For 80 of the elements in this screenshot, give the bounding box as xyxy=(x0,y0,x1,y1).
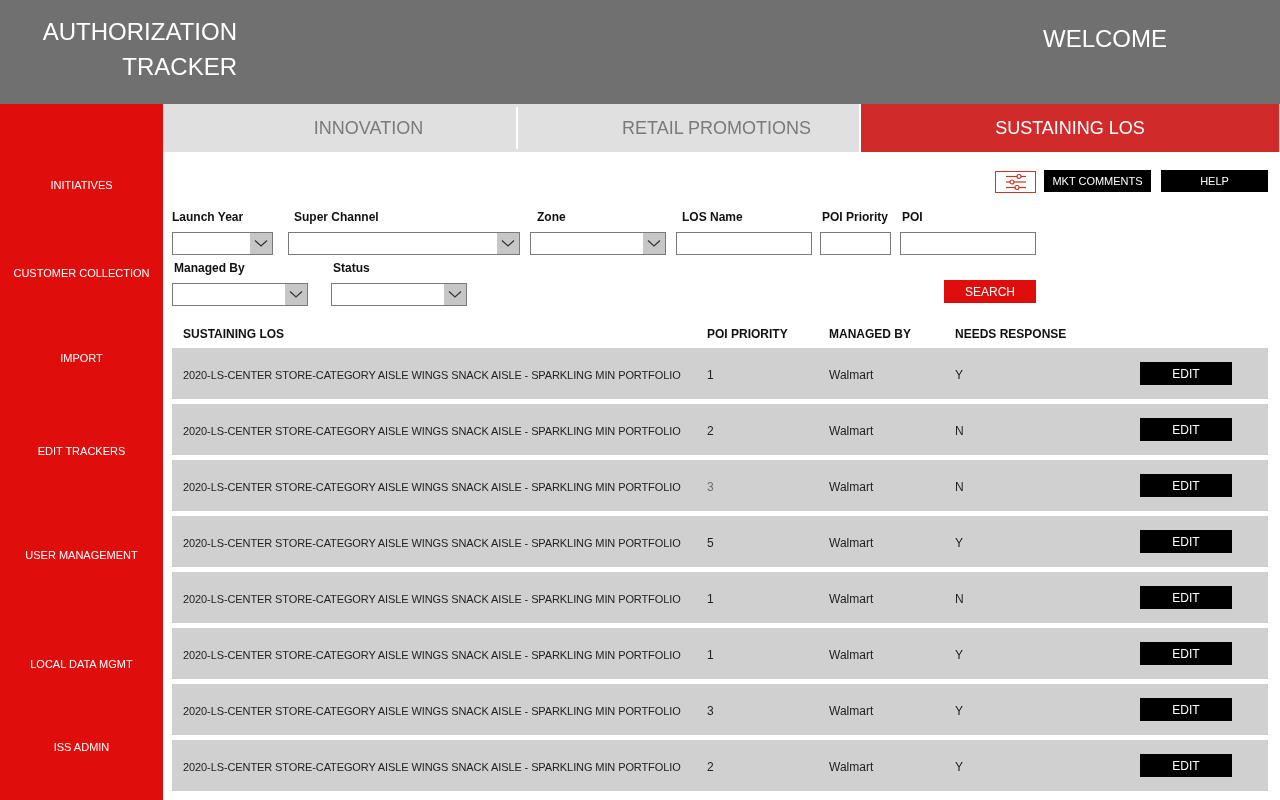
table-cell: Walmart xyxy=(829,703,874,718)
column-header: NEEDS RESPONSE xyxy=(955,327,1068,341)
table-cell: Walmart xyxy=(829,535,874,550)
field-label: Status xyxy=(332,261,371,275)
edit-button[interactable]: EDIT xyxy=(1140,418,1232,441)
column-header: POI PRIORITY xyxy=(707,327,789,341)
sidebar-item[interactable]: LOCAL DATA MGMT xyxy=(30,657,133,671)
chevron-down-icon xyxy=(643,233,665,254)
table-cell: N xyxy=(955,479,964,494)
sidebar-item[interactable]: ISS ADMIN xyxy=(53,740,110,754)
input-field[interactable] xyxy=(676,232,812,255)
sidebar-item[interactable]: CUSTOMER COLLECTION xyxy=(13,266,150,280)
table-cell: 2 xyxy=(707,759,714,774)
dropdown-field[interactable] xyxy=(530,232,666,255)
welcome-text: WELCOME xyxy=(1043,24,1167,54)
table-cell: Y xyxy=(955,647,963,662)
field-label: LOS Name xyxy=(681,210,744,224)
table-cell: 3 xyxy=(707,479,714,494)
table-cell: Walmart xyxy=(829,591,874,606)
toolbar-button[interactable]: MKT COMMENTS xyxy=(1044,170,1151,192)
dropdown-field[interactable] xyxy=(172,232,273,255)
table-cell: 2020-LS-CENTER STORE-CATEGORY AISLE WINGS SNACK AISLE - SPARKLING MIN PORTFOLIO xyxy=(183,648,681,661)
edit-button[interactable]: EDIT xyxy=(1140,586,1232,609)
table-cell: Walmart xyxy=(829,479,874,494)
field-label: POI xyxy=(901,210,924,224)
edit-button[interactable]: EDIT xyxy=(1140,698,1232,721)
chevron-down-icon xyxy=(444,284,466,305)
chevron-down-icon xyxy=(497,233,519,254)
table-cell: 5 xyxy=(707,535,714,550)
field-label: Launch Year xyxy=(172,210,245,224)
table-cell: 2020-LS-CENTER STORE-CATEGORY AISLE WINGS SNACK AISLE - SPARKLING MIN PORTFOLIO xyxy=(183,424,681,437)
edit-button[interactable]: EDIT xyxy=(1140,642,1232,665)
table-cell: Walmart xyxy=(829,423,874,438)
sidebar-item[interactable]: USER MANAGEMENT xyxy=(25,548,138,562)
dropdown-field[interactable] xyxy=(288,232,520,255)
column-header: MANAGED BY xyxy=(829,327,912,341)
search-button[interactable]: SEARCH xyxy=(944,280,1036,303)
sidebar-item[interactable]: INITIATIVES xyxy=(50,178,113,192)
field-label: Managed By xyxy=(173,261,246,275)
table-cell: 3 xyxy=(707,703,714,718)
filter-button[interactable] xyxy=(995,171,1036,193)
edit-button[interactable]: EDIT xyxy=(1140,474,1232,497)
table-cell: 2020-LS-CENTER STORE-CATEGORY AISLE WINGS SNACK AISLE - SPARKLING MIN PORTFOLIO xyxy=(183,536,681,549)
field-label: Zone xyxy=(536,210,567,224)
sliders-icon xyxy=(1005,174,1026,190)
table-cell: Y xyxy=(955,759,963,774)
table-cell: 2020-LS-CENTER STORE-CATEGORY AISLE WINGS SNACK AISLE - SPARKLING MIN PORTFOLIO xyxy=(183,704,681,717)
sidebar-item[interactable]: IMPORT xyxy=(60,351,103,365)
table-cell: 1 xyxy=(707,367,714,382)
chevron-down-icon xyxy=(250,233,272,254)
dropdown-field[interactable] xyxy=(172,283,308,306)
sidebar-item[interactable]: EDIT TRACKERS xyxy=(37,444,126,458)
tab[interactable]: SUSTAINING LOS xyxy=(861,104,1279,152)
table-cell: 1 xyxy=(707,647,714,662)
table-cell: Y xyxy=(955,367,963,382)
edit-button[interactable]: EDIT xyxy=(1140,362,1232,385)
table-cell: Walmart xyxy=(829,647,874,662)
table-cell: Walmart xyxy=(829,759,874,774)
table-cell: 2 xyxy=(707,423,714,438)
toolbar-button[interactable]: HELP xyxy=(1161,170,1268,192)
input-field[interactable] xyxy=(900,232,1036,255)
table-cell: N xyxy=(955,591,964,606)
dropdown-field[interactable] xyxy=(331,283,467,306)
table-cell: 2020-LS-CENTER STORE-CATEGORY AISLE WINGS SNACK AISLE - SPARKLING MIN PORTFOLIO xyxy=(183,592,681,605)
edit-button[interactable]: EDIT xyxy=(1140,530,1232,553)
chevron-down-icon xyxy=(285,284,307,305)
app-title: AUTHORIZATION TRACKER xyxy=(41,17,237,82)
column-header: SUSTAINING LOS xyxy=(183,327,286,341)
field-label: POI Priority xyxy=(821,210,890,224)
edit-button[interactable]: EDIT xyxy=(1140,754,1232,777)
table-cell: Y xyxy=(955,535,963,550)
table-cell: N xyxy=(955,423,964,438)
field-label: Super Channel xyxy=(293,210,380,224)
table-cell: 2020-LS-CENTER STORE-CATEGORY AISLE WINGS SNACK AISLE - SPARKLING MIN PORTFOLIO xyxy=(183,760,681,773)
table-cell: 1 xyxy=(707,591,714,606)
input-field[interactable] xyxy=(820,232,891,255)
table-cell: 2020-LS-CENTER STORE-CATEGORY AISLE WINGS SNACK AISLE - SPARKLING MIN PORTFOLIO xyxy=(183,368,681,381)
table-cell: 2020-LS-CENTER STORE-CATEGORY AISLE WINGS SNACK AISLE - SPARKLING MIN PORTFOLIO xyxy=(183,480,681,493)
table-cell: Y xyxy=(955,703,963,718)
table-cell: Walmart xyxy=(829,367,874,382)
